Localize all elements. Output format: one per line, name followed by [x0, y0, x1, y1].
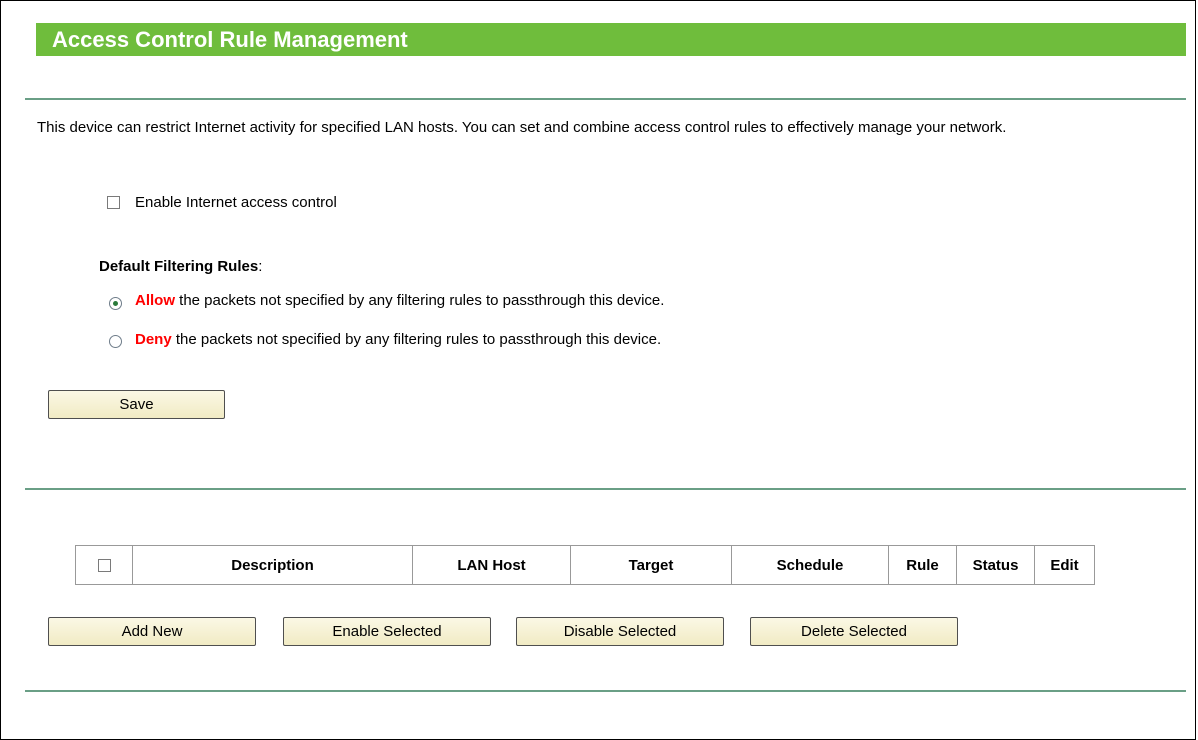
enable-access-control-label: Enable Internet access control [135, 194, 337, 211]
delete-selected-button[interactable]: Delete Selected [750, 617, 958, 646]
enable-selected-button[interactable]: Enable Selected [283, 617, 491, 646]
page-title: Access Control Rule Management [36, 23, 1186, 56]
allow-description: the packets not specified by any filteri… [175, 292, 665, 309]
rules-table: Description LAN Host Target Schedule Rul… [75, 545, 1095, 585]
default-rules-heading: Default Filtering Rules: [99, 257, 262, 277]
allow-keyword: Allow [135, 292, 175, 309]
default-rules-heading-text: Default Filtering Rules [99, 258, 259, 275]
deny-keyword: Deny [135, 331, 172, 348]
column-status: Status [956, 545, 1035, 585]
column-edit: Edit [1034, 545, 1095, 585]
disable-selected-button[interactable]: Disable Selected [516, 617, 724, 646]
divider-bottom [25, 690, 1186, 692]
enable-access-control-checkbox[interactable] [107, 196, 120, 209]
allow-radio[interactable] [109, 297, 122, 310]
select-all-cell [75, 545, 133, 585]
column-rule: Rule [888, 545, 957, 585]
allow-option-label: Allow the packets not specified by any f… [135, 291, 664, 311]
deny-option-label: Deny the packets not specified by any fi… [135, 330, 661, 350]
intro-text: This device can restrict Internet activi… [37, 119, 1007, 136]
deny-radio[interactable] [109, 335, 122, 348]
column-schedule: Schedule [731, 545, 889, 585]
deny-description: the packets not specified by any filteri… [171, 331, 662, 348]
column-lan-host: LAN Host [412, 545, 571, 585]
table-header-row: Description LAN Host Target Schedule Rul… [75, 545, 1095, 585]
divider-top [25, 98, 1186, 100]
column-description: Description [132, 545, 413, 585]
column-target: Target [570, 545, 732, 585]
save-button[interactable]: Save [48, 390, 225, 419]
select-all-checkbox[interactable] [97, 559, 111, 573]
default-rules-heading-colon: : [258, 258, 263, 275]
divider-middle [25, 488, 1186, 490]
add-new-button[interactable]: Add New [48, 617, 256, 646]
